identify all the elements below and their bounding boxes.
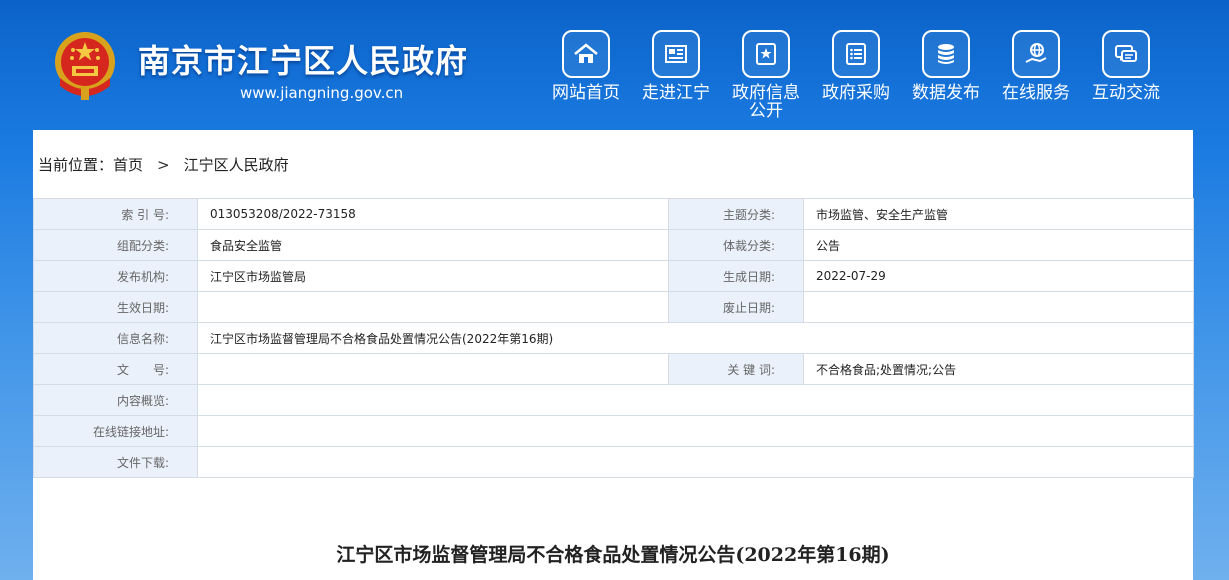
summary-value (197, 384, 1194, 416)
chat-icon (1102, 30, 1150, 78)
link-label: 在线链接地址: (33, 415, 198, 447)
effective-label: 生效日期: (33, 291, 198, 323)
keywords-label: 关 键 词: (668, 353, 804, 385)
nav-label: 政府采购 (822, 83, 890, 103)
doc-no-label: 文 号: (33, 353, 198, 385)
table-row: 文件下载: (33, 446, 1194, 478)
summary-label: 内容概览: (33, 384, 198, 416)
created-label: 生成日期: (668, 260, 804, 292)
nav-gov-info[interactable]: 政府信息 公开 (721, 30, 811, 120)
topic-label: 主题分类: (668, 198, 804, 230)
nav-procurement[interactable]: 政府采购 (811, 30, 901, 102)
breadcrumb-home-link[interactable]: 首页 (113, 154, 143, 175)
table-row: 在线链接地址: (33, 415, 1194, 447)
nav-about[interactable]: 走进江宁 (631, 30, 721, 102)
effective-value (197, 291, 669, 323)
index-no-label: 索 引 号: (33, 198, 198, 230)
topic-value: 市场监管、安全生产监管 (803, 198, 1194, 230)
created-value: 2022-07-29 (803, 260, 1194, 292)
nav-label: 网站首页 (552, 83, 620, 103)
table-row: 内容概览: (33, 384, 1194, 416)
metadata-table: 索 引 号: 013053208/2022-73158 主题分类: 市场监管、安… (33, 198, 1194, 478)
genre-label: 体裁分类: (668, 229, 804, 261)
table-row: 生效日期: 废止日期: (33, 291, 1194, 323)
download-value[interactable] (197, 446, 1194, 478)
nav-data[interactable]: 数据发布 (901, 30, 991, 102)
category-value: 食品安全监管 (197, 229, 669, 261)
keywords-value: 不合格食品;处置情况;公告 (803, 353, 1194, 385)
nav-label: 在线服务 (1002, 83, 1070, 103)
expiry-value (803, 291, 1194, 323)
nav-label: 政府信息 公开 (732, 83, 800, 121)
index-no-value: 013053208/2022-73158 (197, 198, 669, 230)
table-row: 信息名称: 江宁区市场监督管理局不合格食品处置情况公告(2022年第16期) (33, 322, 1194, 354)
document-star-icon (742, 30, 790, 78)
category-label: 组配分类: (33, 229, 198, 261)
link-value[interactable] (197, 415, 1194, 447)
hand-globe-icon (1012, 30, 1060, 78)
site-header: 南京市江宁区人民政府 www.jiangning.gov.cn 网站首页 走进江… (0, 0, 1229, 130)
publisher-label: 发布机构: (33, 260, 198, 292)
nav-label: 走进江宁 (642, 83, 710, 103)
genre-value: 公告 (803, 229, 1194, 261)
home-icon (562, 30, 610, 78)
table-row: 发布机构: 江宁区市场监管局 生成日期: 2022-07-29 (33, 260, 1194, 292)
nav-label: 互动交流 (1092, 83, 1160, 103)
info-name-label: 信息名称: (33, 322, 198, 354)
info-name-value: 江宁区市场监督管理局不合格食品处置情况公告(2022年第16期) (197, 322, 1194, 354)
newspaper-icon (652, 30, 700, 78)
database-icon (922, 30, 970, 78)
publisher-value: 江宁区市场监管局 (197, 260, 669, 292)
breadcrumb: 当前位置：首页 > 江宁区人民政府 (38, 154, 289, 175)
table-row: 索 引 号: 013053208/2022-73158 主题分类: 市场监管、安… (33, 198, 1194, 230)
download-label: 文件下载: (33, 446, 198, 478)
nav-label: 数据发布 (912, 83, 980, 103)
breadcrumb-prefix: 当前位置： (38, 156, 114, 174)
table-row: 文 号: 关 键 词: 不合格食品;处置情况;公告 (33, 353, 1194, 385)
article-title: 江宁区市场监督管理局不合格食品处置情况公告(2022年第16期) (336, 544, 890, 566)
nav-home[interactable]: 网站首页 (541, 30, 631, 102)
doc-no-value (197, 353, 669, 385)
site-title[interactable]: 南京市江宁区人民政府 (138, 36, 468, 82)
breadcrumb-current-link[interactable]: 江宁区人民政府 (184, 154, 289, 175)
list-icon (832, 30, 880, 78)
nav-services[interactable]: 在线服务 (991, 30, 1081, 102)
expiry-label: 废止日期: (668, 291, 804, 323)
nav-interaction[interactable]: 互动交流 (1081, 30, 1171, 102)
breadcrumb-separator: > (157, 156, 170, 174)
site-url: www.jiangning.gov.cn (240, 84, 404, 102)
table-row: 组配分类: 食品安全监管 体裁分类: 公告 (33, 229, 1194, 261)
national-emblem-icon[interactable] (50, 28, 120, 102)
content-panel: 当前位置：首页 > 江宁区人民政府 索 引 号: 013053208/2022-73… (33, 130, 1194, 580)
